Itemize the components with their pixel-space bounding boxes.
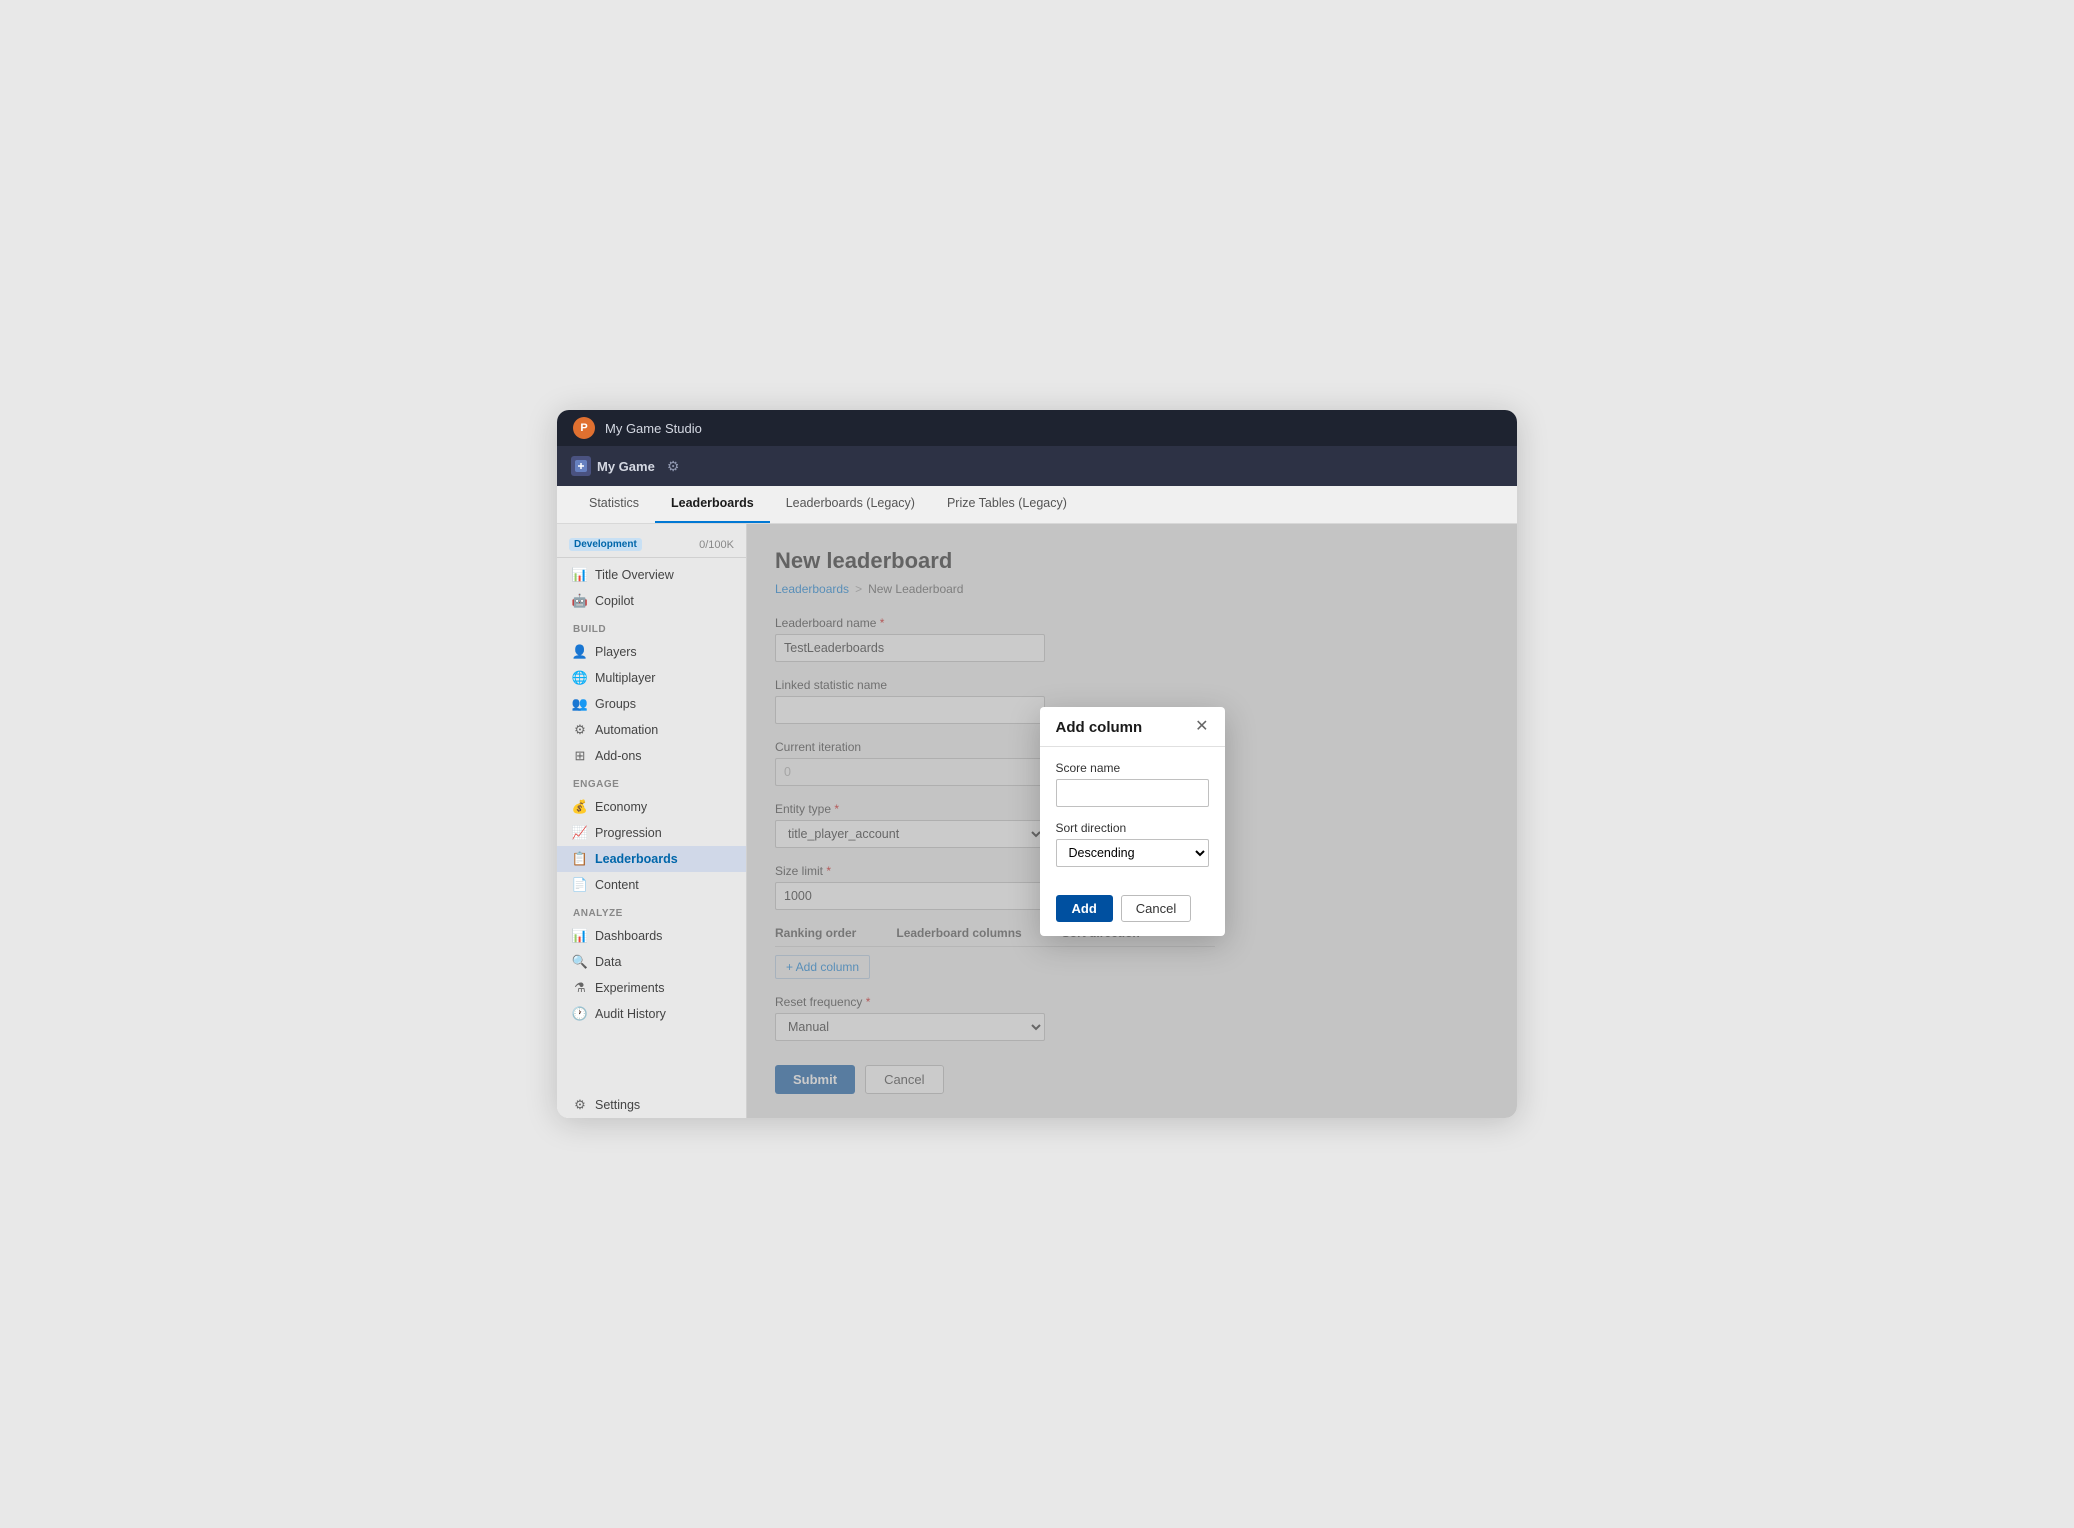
game-name: My Game bbox=[597, 459, 655, 474]
sidebar: Development 0/100K 📊 Title Overview 🤖 Co… bbox=[557, 524, 747, 1118]
sidebar-item-leaderboards[interactable]: 📋 Leaderboards bbox=[557, 846, 746, 872]
topbar: P My Game Studio bbox=[557, 410, 1517, 446]
tabs-row: Statistics Leaderboards Leaderboards (Le… bbox=[557, 486, 1517, 524]
sidebar-item-dashboards[interactable]: 📊 Dashboards bbox=[557, 923, 746, 949]
tab-prize-tables-legacy[interactable]: Prize Tables (Legacy) bbox=[931, 485, 1083, 523]
sort-direction-select[interactable]: Descending Ascending bbox=[1056, 839, 1209, 867]
sort-direction-group: Sort direction Descending Ascending bbox=[1056, 821, 1209, 867]
subheader: My Game ⚙ bbox=[557, 446, 1517, 486]
sidebar-item-groups[interactable]: 👥 Groups bbox=[557, 691, 746, 717]
tab-statistics[interactable]: Statistics bbox=[573, 485, 655, 523]
main-layout: Development 0/100K 📊 Title Overview 🤖 Co… bbox=[557, 524, 1517, 1118]
players-icon: 👤 bbox=[573, 645, 587, 659]
modal-footer: Add Cancel bbox=[1040, 895, 1225, 936]
addons-icon: ⊞ bbox=[573, 749, 587, 763]
sidebar-item-automation[interactable]: ⚙ Automation bbox=[557, 717, 746, 743]
sidebar-item-experiments[interactable]: ⚗ Experiments bbox=[557, 975, 746, 1001]
settings-icon[interactable]: ⚙ bbox=[667, 458, 680, 475]
sidebar-section-engage: ENGAGE bbox=[557, 769, 746, 794]
dashboards-icon: 📊 bbox=[573, 929, 587, 943]
tab-leaderboards-legacy[interactable]: Leaderboards (Legacy) bbox=[770, 485, 931, 523]
add-column-modal: Add column ✕ Score name Sort direction D… bbox=[1040, 707, 1225, 936]
sidebar-section-analyze: ANALYZE bbox=[557, 898, 746, 923]
sort-direction-label: Sort direction bbox=[1056, 821, 1209, 835]
data-icon: 🔍 bbox=[573, 955, 587, 969]
add-button[interactable]: Add bbox=[1056, 895, 1113, 922]
leaderboards-icon: 📋 bbox=[573, 852, 587, 866]
copilot-icon: 🤖 bbox=[573, 594, 587, 608]
sidebar-item-players[interactable]: 👤 Players bbox=[557, 639, 746, 665]
modal-overlay: Add column ✕ Score name Sort direction D… bbox=[747, 524, 1517, 1118]
modal-header: Add column ✕ bbox=[1040, 707, 1225, 747]
progression-icon: 📈 bbox=[573, 826, 587, 840]
automation-icon: ⚙ bbox=[573, 723, 587, 737]
sidebar-item-data[interactable]: 🔍 Data bbox=[557, 949, 746, 975]
sidebar-item-economy[interactable]: 💰 Economy bbox=[557, 794, 746, 820]
multiplayer-icon: 🌐 bbox=[573, 671, 587, 685]
studio-name: My Game Studio bbox=[605, 421, 702, 436]
env-count: 0/100K bbox=[699, 539, 734, 551]
sidebar-item-content[interactable]: 📄 Content bbox=[557, 872, 746, 898]
modal-title: Add column bbox=[1056, 719, 1143, 736]
content-area: New leaderboard Leaderboards > New Leade… bbox=[747, 524, 1517, 1118]
tab-leaderboards[interactable]: Leaderboards bbox=[655, 485, 770, 523]
experiments-icon: ⚗ bbox=[573, 981, 587, 995]
sidebar-item-progression[interactable]: 📈 Progression bbox=[557, 820, 746, 846]
game-icon bbox=[571, 456, 591, 476]
sidebar-section-build: BUILD bbox=[557, 614, 746, 639]
score-name-label: Score name bbox=[1056, 761, 1209, 775]
sidebar-item-copilot[interactable]: 🤖 Copilot bbox=[557, 588, 746, 614]
score-name-group: Score name bbox=[1056, 761, 1209, 807]
sidebar-item-title-overview[interactable]: 📊 Title Overview bbox=[557, 562, 746, 588]
topbar-logo: P bbox=[573, 417, 595, 439]
sidebar-item-audit-history[interactable]: 🕐 Audit History bbox=[557, 1001, 746, 1027]
sidebar-settings-icon: ⚙ bbox=[573, 1098, 587, 1112]
sidebar-item-addons[interactable]: ⊞ Add-ons bbox=[557, 743, 746, 769]
sidebar-item-multiplayer[interactable]: 🌐 Multiplayer bbox=[557, 665, 746, 691]
env-badge: Development bbox=[569, 538, 642, 551]
sidebar-item-settings[interactable]: ⚙ Settings bbox=[557, 1092, 746, 1118]
cancel-modal-button[interactable]: Cancel bbox=[1121, 895, 1191, 922]
content-icon: 📄 bbox=[573, 878, 587, 892]
score-name-input[interactable] bbox=[1056, 779, 1209, 807]
modal-close-button[interactable]: ✕ bbox=[1195, 719, 1208, 735]
audit-icon: 🕐 bbox=[573, 1007, 587, 1021]
modal-body: Score name Sort direction Descending Asc… bbox=[1040, 747, 1225, 895]
chart-icon: 📊 bbox=[573, 568, 587, 582]
env-selector[interactable]: Development 0/100K bbox=[557, 532, 746, 558]
groups-icon: 👥 bbox=[573, 697, 587, 711]
economy-icon: 💰 bbox=[573, 800, 587, 814]
